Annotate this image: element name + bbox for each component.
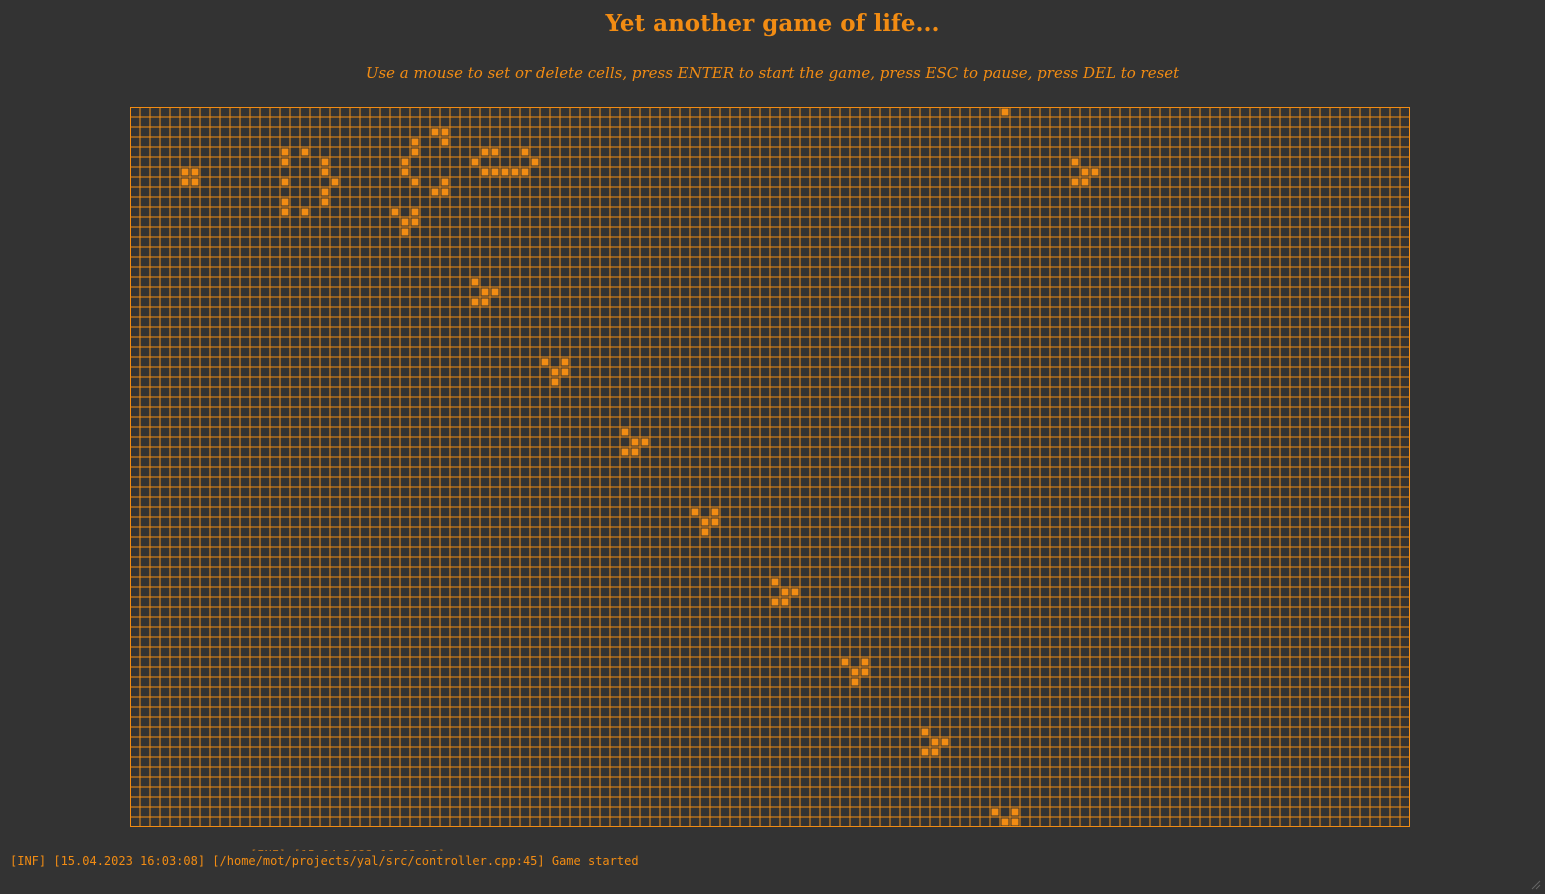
live-cell[interactable] (301, 208, 309, 216)
live-cell[interactable] (401, 168, 409, 176)
live-cell[interactable] (1071, 178, 1079, 186)
live-cell[interactable] (281, 148, 289, 156)
live-cell[interactable] (411, 138, 419, 146)
live-cell[interactable] (1001, 818, 1009, 826)
live-cell[interactable] (511, 168, 519, 176)
live-cell[interactable] (851, 668, 859, 676)
live-cell[interactable] (631, 448, 639, 456)
live-cell[interactable] (331, 178, 339, 186)
live-cell[interactable] (771, 598, 779, 606)
live-cell[interactable] (1081, 178, 1089, 186)
live-cell[interactable] (391, 208, 399, 216)
live-cell[interactable] (711, 518, 719, 526)
live-cell[interactable] (711, 508, 719, 516)
live-cell[interactable] (931, 738, 939, 746)
live-cell[interactable] (191, 168, 199, 176)
live-cell[interactable] (481, 168, 489, 176)
live-cell[interactable] (491, 288, 499, 296)
live-cell[interactable] (411, 148, 419, 156)
live-cell[interactable] (521, 148, 529, 156)
live-cell[interactable] (1001, 108, 1009, 116)
log-message: [INF] [15.04.2023 16:03:08] [/home/mot/p… (10, 854, 639, 868)
live-cell[interactable] (551, 368, 559, 376)
live-cell[interactable] (441, 178, 449, 186)
live-cell[interactable] (441, 128, 449, 136)
live-cell[interactable] (1071, 158, 1079, 166)
page-title: Yet another game of life... (605, 10, 940, 37)
live-cell[interactable] (621, 448, 629, 456)
live-cell[interactable] (941, 738, 949, 746)
live-cell[interactable] (781, 598, 789, 606)
live-cell[interactable] (691, 508, 699, 516)
live-cell[interactable] (321, 158, 329, 166)
game-board[interactable] (130, 107, 1410, 827)
live-cell[interactable] (401, 228, 409, 236)
live-cell[interactable] (521, 168, 529, 176)
live-cell[interactable] (931, 748, 939, 756)
live-cell[interactable] (431, 128, 439, 136)
live-cell[interactable] (191, 178, 199, 186)
live-cell[interactable] (781, 588, 789, 596)
live-cell[interactable] (1011, 808, 1019, 816)
live-cell[interactable] (1091, 168, 1099, 176)
live-cell[interactable] (321, 198, 329, 206)
live-cell[interactable] (301, 148, 309, 156)
live-cell[interactable] (921, 728, 929, 736)
live-cell[interactable] (921, 748, 929, 756)
live-cell[interactable] (861, 658, 869, 666)
live-cell[interactable] (541, 358, 549, 366)
live-cell[interactable] (861, 668, 869, 676)
live-cell[interactable] (851, 678, 859, 686)
live-cell[interactable] (411, 178, 419, 186)
live-cell[interactable] (791, 588, 799, 596)
live-cell[interactable] (281, 198, 289, 206)
live-cell[interactable] (561, 358, 569, 366)
live-cell[interactable] (621, 428, 629, 436)
live-cell[interactable] (481, 288, 489, 296)
instructions-text: Use a mouse to set or delete cells, pres… (365, 64, 1180, 82)
live-cell[interactable] (531, 158, 539, 166)
live-cell[interactable] (471, 158, 479, 166)
live-cell[interactable] (481, 298, 489, 306)
log-previous-line: [INF] [15.04.2023 16:03:08] [/home/mot/p… (250, 849, 490, 851)
live-cell[interactable] (551, 378, 559, 386)
live-cell[interactable] (1081, 168, 1089, 176)
live-cell[interactable] (401, 158, 409, 166)
live-cell[interactable] (701, 518, 709, 526)
live-cell[interactable] (281, 178, 289, 186)
live-cell[interactable] (491, 168, 499, 176)
live-cell[interactable] (411, 208, 419, 216)
live-cell[interactable] (321, 168, 329, 176)
live-cell[interactable] (441, 138, 449, 146)
live-cell[interactable] (471, 278, 479, 286)
live-cell[interactable] (771, 578, 779, 586)
live-cell[interactable] (281, 158, 289, 166)
live-cell[interactable] (561, 368, 569, 376)
live-cell[interactable] (641, 438, 649, 446)
live-cell[interactable] (321, 188, 329, 196)
live-cell[interactable] (841, 658, 849, 666)
live-cell[interactable] (701, 528, 709, 536)
live-cell[interactable] (481, 148, 489, 156)
live-cell[interactable] (491, 148, 499, 156)
live-cell[interactable] (631, 438, 639, 446)
live-cell[interactable] (181, 178, 189, 186)
live-cell[interactable] (411, 218, 419, 226)
live-cell[interactable] (181, 168, 189, 176)
live-cell[interactable] (281, 208, 289, 216)
live-cell[interactable] (991, 808, 999, 816)
live-cell[interactable] (471, 298, 479, 306)
live-cell[interactable] (1011, 818, 1019, 826)
live-cell[interactable] (401, 218, 409, 226)
live-cell[interactable] (441, 188, 449, 196)
live-cell[interactable] (501, 168, 509, 176)
resize-grip-icon[interactable] (1529, 878, 1541, 890)
live-cell[interactable] (431, 188, 439, 196)
